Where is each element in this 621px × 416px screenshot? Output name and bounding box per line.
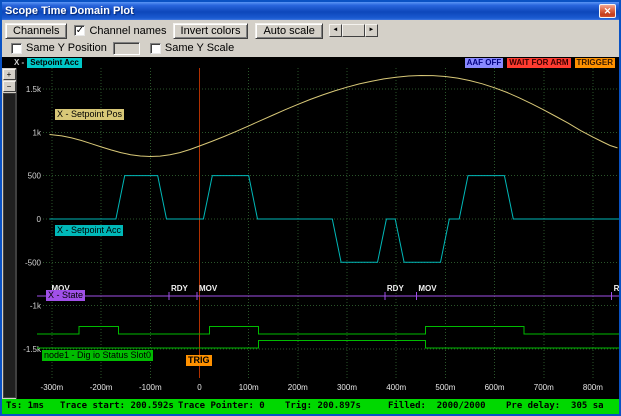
svg-text:500: 500 <box>28 172 42 181</box>
trace-label-state: X - State <box>46 290 85 301</box>
plot-area: + − -300m -200m -100m 0 100m 200m 300m 400m 500m… <box>2 68 619 399</box>
same-y-position-checkbox[interactable] <box>11 43 22 54</box>
svg-text:300m: 300m <box>337 383 357 392</box>
status-badges: AAF OFFWAIT FOR ARM TRIGGER <box>465 58 617 68</box>
toolbar-row-1: Channels ✓ Channel names Invert colors A… <box>5 22 616 39</box>
svg-text:RDY: RDY <box>387 284 405 293</box>
channel-strip: X - Setpoint Acc AAF OFFWAIT FOR ARM TRIG… <box>2 57 619 68</box>
scope-window: Scope Time Domain Plot ✕ Channels ✓ Chan… <box>0 0 621 416</box>
svg-text:800m: 800m <box>583 383 603 392</box>
zoom-out-icon[interactable]: − <box>3 81 16 92</box>
scroll-right-icon[interactable]: ► <box>365 24 378 37</box>
svg-text:500m: 500m <box>435 383 455 392</box>
status-badge: AAF OFF <box>465 58 504 68</box>
vertical-zoom-bar[interactable]: + − <box>2 68 17 399</box>
svg-text:MOV: MOV <box>418 284 437 293</box>
svg-text:-200m: -200m <box>90 383 113 392</box>
status-bar: Ts: 1ms Trace start: 200.592s Trace Poin… <box>2 399 619 414</box>
same-y-position-label: Same Y Position <box>26 42 107 54</box>
status-trace-pointer: Trace Pointer: 0 <box>178 401 265 411</box>
svg-text:0: 0 <box>197 383 202 392</box>
svg-text:400m: 400m <box>386 383 406 392</box>
status-badge: WAIT FOR ARM <box>507 58 570 68</box>
channel-names-label: Channel names <box>89 25 166 37</box>
svg-text:100m: 100m <box>239 383 259 392</box>
toolbar: Channels ✓ Channel names Invert colors A… <box>2 20 619 57</box>
trace-label-setpoint-acc: X - Setpoint Acc <box>55 225 123 236</box>
channels-button[interactable]: Channels <box>5 23 67 39</box>
status-trace-start: Trace start: 200.592s <box>60 401 174 411</box>
svg-text:-500: -500 <box>25 258 42 267</box>
trigger-marker-label: TRIG <box>186 355 212 366</box>
scroll-left-icon[interactable]: ◄ <box>329 24 342 37</box>
close-icon[interactable]: ✕ <box>599 4 616 18</box>
trace-label-dig-io-status: node1 - Dig io Status Slot0 <box>42 350 153 361</box>
auto-scale-button[interactable]: Auto scale <box>255 23 322 39</box>
svg-text:200m: 200m <box>288 383 308 392</box>
svg-text:MOV: MOV <box>199 284 218 293</box>
svg-text:1k: 1k <box>33 128 42 137</box>
titlebar[interactable]: Scope Time Domain Plot ✕ <box>2 2 619 20</box>
svg-text:R: R <box>614 284 619 293</box>
zoom-in-icon[interactable]: + <box>3 69 16 80</box>
channel-names-checkbox[interactable]: ✓ <box>74 25 85 36</box>
svg-text:1.5k: 1.5k <box>26 85 42 94</box>
status-badge: TRIGGER <box>575 58 615 68</box>
status-pre-delay: Pre delay: 305 sa <box>506 401 604 411</box>
same-y-scale-label: Same Y Scale <box>165 42 234 54</box>
status-trig-time: Trig: 200.897s <box>285 401 361 411</box>
horizontal-scrollbar[interactable]: ◄ ► <box>329 24 378 37</box>
selected-channel-label[interactable]: Setpoint Acc <box>27 58 82 68</box>
same-y-scale-checkbox[interactable] <box>150 43 161 54</box>
invert-colors-button[interactable]: Invert colors <box>173 23 249 39</box>
vertical-zoom-track[interactable] <box>3 93 16 398</box>
svg-text:-1k: -1k <box>30 302 42 311</box>
window-title: Scope Time Domain Plot <box>5 5 599 17</box>
svg-text:RDY: RDY <box>171 284 189 293</box>
plot-wrap: -300m -200m -100m 0 100m 200m 300m 400m 500m 600m… <box>17 68 619 398</box>
svg-text:-100m: -100m <box>139 383 162 392</box>
svg-text:600m: 600m <box>485 383 505 392</box>
same-y-position-field[interactable] <box>113 42 140 55</box>
toolbar-row-2: Same Y Position Same Y Scale <box>5 39 616 57</box>
svg-text:0: 0 <box>37 215 42 224</box>
svg-text:-1.5k: -1.5k <box>23 345 42 354</box>
channel-prefix: X - <box>14 58 24 68</box>
svg-text:-300m: -300m <box>41 383 64 392</box>
svg-text:700m: 700m <box>534 383 554 392</box>
scrollbar-thumb[interactable] <box>342 24 365 37</box>
status-filled: Filled: 2000/2000 <box>388 401 486 411</box>
status-ts: Ts: 1ms <box>6 401 44 411</box>
trace-label-setpoint-pos: X - Setpoint Pos <box>55 109 124 120</box>
